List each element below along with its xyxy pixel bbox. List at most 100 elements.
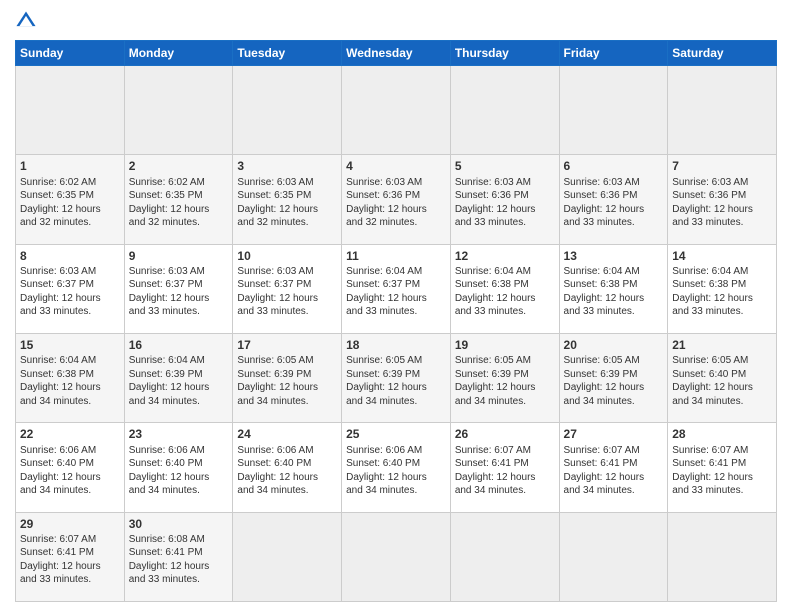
sunset-label: Sunset: 6:35 PM: [129, 190, 203, 201]
sunset-label: Sunset: 6:37 PM: [20, 279, 94, 290]
daylight-label: Daylight: 12 hours and 33 minutes.: [455, 293, 536, 318]
calendar-body: 1 Sunrise: 6:02 AM Sunset: 6:35 PM Dayli…: [16, 66, 777, 602]
sunrise-label: Sunrise: 6:03 AM: [564, 177, 640, 188]
sunset-label: Sunset: 6:41 PM: [129, 547, 203, 558]
sunrise-label: Sunrise: 6:05 AM: [346, 355, 422, 366]
calendar-cell: 20 Sunrise: 6:05 AM Sunset: 6:39 PM Dayl…: [559, 333, 668, 422]
calendar-table: SundayMondayTuesdayWednesdayThursdayFrid…: [15, 40, 777, 602]
day-number: 23: [129, 426, 229, 442]
sunset-label: Sunset: 6:37 PM: [237, 279, 311, 290]
day-number: 12: [455, 248, 555, 264]
day-number: 19: [455, 337, 555, 353]
sunrise-label: Sunrise: 6:03 AM: [20, 266, 96, 277]
day-number: 14: [672, 248, 772, 264]
calendar-cell: 14 Sunrise: 6:04 AM Sunset: 6:38 PM Dayl…: [668, 244, 777, 333]
sunrise-label: Sunrise: 6:07 AM: [20, 534, 96, 545]
calendar-cell: 21 Sunrise: 6:05 AM Sunset: 6:40 PM Dayl…: [668, 333, 777, 422]
sunset-label: Sunset: 6:41 PM: [672, 458, 746, 469]
calendar-cell: 27 Sunrise: 6:07 AM Sunset: 6:41 PM Dayl…: [559, 423, 668, 512]
daylight-label: Daylight: 12 hours and 33 minutes.: [672, 293, 753, 318]
calendar-cell: [559, 512, 668, 601]
sunset-label: Sunset: 6:37 PM: [129, 279, 203, 290]
daylight-label: Daylight: 12 hours and 34 minutes.: [20, 382, 101, 407]
day-header-sunday: Sunday: [16, 41, 125, 66]
daylight-label: Daylight: 12 hours and 33 minutes.: [455, 204, 536, 229]
calendar-week-1: 1 Sunrise: 6:02 AM Sunset: 6:35 PM Dayli…: [16, 155, 777, 244]
sunset-label: Sunset: 6:41 PM: [564, 458, 638, 469]
daylight-label: Daylight: 12 hours and 34 minutes.: [346, 382, 427, 407]
sunset-label: Sunset: 6:36 PM: [455, 190, 529, 201]
calendar-header: SundayMondayTuesdayWednesdayThursdayFrid…: [16, 41, 777, 66]
sunset-label: Sunset: 6:38 PM: [672, 279, 746, 290]
day-number: 26: [455, 426, 555, 442]
daylight-label: Daylight: 12 hours and 34 minutes.: [129, 472, 210, 497]
sunset-label: Sunset: 6:36 PM: [672, 190, 746, 201]
calendar-cell: 2 Sunrise: 6:02 AM Sunset: 6:35 PM Dayli…: [124, 155, 233, 244]
daylight-label: Daylight: 12 hours and 34 minutes.: [346, 472, 427, 497]
day-number: 4: [346, 158, 446, 174]
day-number: 8: [20, 248, 120, 264]
calendar-cell: 29 Sunrise: 6:07 AM Sunset: 6:41 PM Dayl…: [16, 512, 125, 601]
calendar-week-4: 22 Sunrise: 6:06 AM Sunset: 6:40 PM Dayl…: [16, 423, 777, 512]
header-row: SundayMondayTuesdayWednesdayThursdayFrid…: [16, 41, 777, 66]
calendar-cell: 30 Sunrise: 6:08 AM Sunset: 6:41 PM Dayl…: [124, 512, 233, 601]
sunset-label: Sunset: 6:39 PM: [129, 369, 203, 380]
day-number: 11: [346, 248, 446, 264]
day-header-monday: Monday: [124, 41, 233, 66]
day-number: 29: [20, 516, 120, 532]
calendar-cell: [450, 66, 559, 155]
day-header-tuesday: Tuesday: [233, 41, 342, 66]
sunrise-label: Sunrise: 6:07 AM: [564, 445, 640, 456]
daylight-label: Daylight: 12 hours and 34 minutes.: [455, 382, 536, 407]
sunrise-label: Sunrise: 6:03 AM: [237, 177, 313, 188]
day-number: 5: [455, 158, 555, 174]
sunset-label: Sunset: 6:40 PM: [129, 458, 203, 469]
daylight-label: Daylight: 12 hours and 33 minutes.: [672, 204, 753, 229]
header: [15, 10, 777, 32]
sunrise-label: Sunrise: 6:03 AM: [455, 177, 531, 188]
sunset-label: Sunset: 6:39 PM: [346, 369, 420, 380]
calendar-cell: 15 Sunrise: 6:04 AM Sunset: 6:38 PM Dayl…: [16, 333, 125, 422]
day-number: 6: [564, 158, 664, 174]
day-number: 15: [20, 337, 120, 353]
day-number: 16: [129, 337, 229, 353]
daylight-label: Daylight: 12 hours and 33 minutes.: [237, 293, 318, 318]
sunrise-label: Sunrise: 6:02 AM: [129, 177, 205, 188]
calendar-cell: 24 Sunrise: 6:06 AM Sunset: 6:40 PM Dayl…: [233, 423, 342, 512]
sunrise-label: Sunrise: 6:06 AM: [20, 445, 96, 456]
calendar-cell: 3 Sunrise: 6:03 AM Sunset: 6:35 PM Dayli…: [233, 155, 342, 244]
calendar-cell: 22 Sunrise: 6:06 AM Sunset: 6:40 PM Dayl…: [16, 423, 125, 512]
sunrise-label: Sunrise: 6:07 AM: [455, 445, 531, 456]
daylight-label: Daylight: 12 hours and 34 minutes.: [564, 382, 645, 407]
calendar-cell: 26 Sunrise: 6:07 AM Sunset: 6:41 PM Dayl…: [450, 423, 559, 512]
daylight-label: Daylight: 12 hours and 33 minutes.: [672, 472, 753, 497]
logo: [15, 10, 41, 32]
calendar-week-5: 29 Sunrise: 6:07 AM Sunset: 6:41 PM Dayl…: [16, 512, 777, 601]
page: SundayMondayTuesdayWednesdayThursdayFrid…: [0, 0, 792, 612]
calendar-cell: [233, 66, 342, 155]
logo-icon: [15, 10, 37, 32]
sunrise-label: Sunrise: 6:03 AM: [237, 266, 313, 277]
calendar-cell: 13 Sunrise: 6:04 AM Sunset: 6:38 PM Dayl…: [559, 244, 668, 333]
calendar-week-0: [16, 66, 777, 155]
day-number: 22: [20, 426, 120, 442]
sunset-label: Sunset: 6:41 PM: [20, 547, 94, 558]
day-header-saturday: Saturday: [668, 41, 777, 66]
sunset-label: Sunset: 6:38 PM: [564, 279, 638, 290]
calendar-cell: 16 Sunrise: 6:04 AM Sunset: 6:39 PM Dayl…: [124, 333, 233, 422]
calendar-cell: 7 Sunrise: 6:03 AM Sunset: 6:36 PM Dayli…: [668, 155, 777, 244]
day-header-wednesday: Wednesday: [342, 41, 451, 66]
sunrise-label: Sunrise: 6:03 AM: [129, 266, 205, 277]
calendar-cell: 9 Sunrise: 6:03 AM Sunset: 6:37 PM Dayli…: [124, 244, 233, 333]
day-number: 28: [672, 426, 772, 442]
sunset-label: Sunset: 6:36 PM: [346, 190, 420, 201]
daylight-label: Daylight: 12 hours and 33 minutes.: [20, 561, 101, 586]
sunset-label: Sunset: 6:40 PM: [237, 458, 311, 469]
calendar-cell: 28 Sunrise: 6:07 AM Sunset: 6:41 PM Dayl…: [668, 423, 777, 512]
sunrise-label: Sunrise: 6:07 AM: [672, 445, 748, 456]
day-number: 20: [564, 337, 664, 353]
day-number: 7: [672, 158, 772, 174]
calendar-cell: [668, 66, 777, 155]
sunrise-label: Sunrise: 6:03 AM: [672, 177, 748, 188]
daylight-label: Daylight: 12 hours and 33 minutes.: [346, 293, 427, 318]
